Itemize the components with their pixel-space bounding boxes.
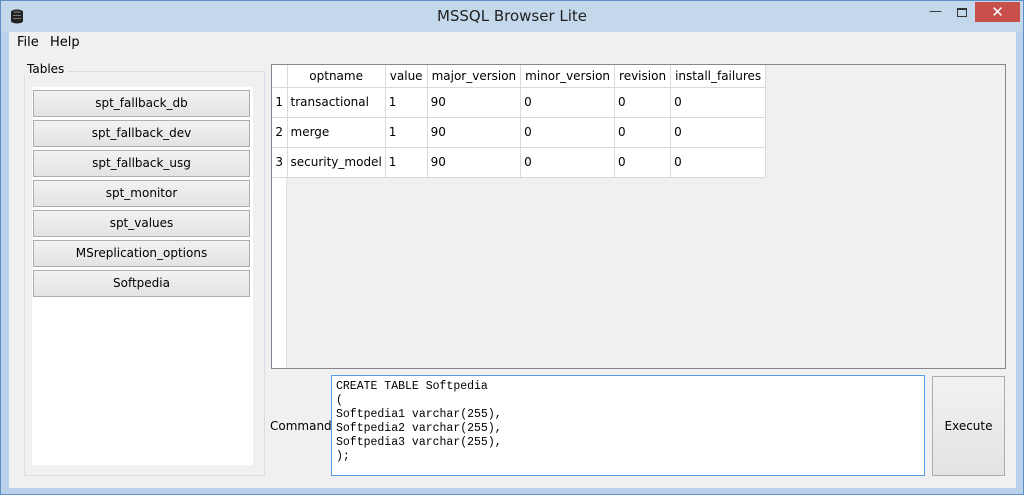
table-cell[interactable]: 90 [427,87,522,118]
column-header[interactable]: minor_version [520,65,616,88]
command-input[interactable]: CREATE TABLE Softpedia ( Softpedia1 varc… [331,375,925,476]
app-window: MSSQL Browser Lite — ✕ File Help Tables … [0,0,1024,495]
window-title: MSSQL Browser Lite [436,7,588,25]
table-button[interactable]: spt_values [33,210,250,237]
column-header[interactable]: install_failures [670,65,767,88]
table-row[interactable]: 2 merge 1 90 0 0 0 [272,117,767,148]
row-number[interactable]: 1 [272,87,288,118]
table-cell[interactable]: 0 [614,87,672,118]
table-button[interactable]: MSreplication_options [33,240,250,267]
maximize-icon [957,8,967,17]
table-cell[interactable]: transactional [287,87,386,118]
maximize-button[interactable] [949,2,975,22]
results-table: optname value major_version minor_version re… [272,65,767,178]
table-cell[interactable]: 1 [385,87,428,118]
table-cell[interactable]: security_model [287,147,386,178]
minimize-button[interactable]: — [922,2,949,22]
table-cell[interactable]: 1 [385,147,428,178]
menu-file[interactable]: File [10,32,46,54]
table-cell[interactable]: merge [287,117,386,148]
table-cell[interactable]: 0 [520,117,616,148]
table-button[interactable]: spt_fallback_usg [33,150,250,177]
table-button[interactable]: spt_fallback_dev [33,120,250,147]
table-cell[interactable]: 90 [427,147,522,178]
results-grid[interactable]: optname value major_version minor_version re… [271,64,1006,369]
column-header[interactable]: major_version [427,65,522,88]
table-cell[interactable]: 0 [520,147,616,178]
column-header[interactable]: revision [614,65,672,88]
table-cell[interactable]: 1 [385,117,428,148]
column-header[interactable]: value [385,65,428,88]
table-button[interactable]: spt_fallback_db [33,90,250,117]
execute-button[interactable]: Execute [932,376,1005,476]
row-number[interactable]: 2 [272,117,288,148]
client-area: File Help Tables spt_fallback_db spt_fall… [9,32,1016,488]
column-header[interactable]: optname [287,65,386,88]
table-cell[interactable]: 90 [427,117,522,148]
close-button[interactable]: ✕ [975,2,1020,22]
tables-group-title: Tables [23,62,69,76]
menu-help[interactable]: Help [43,32,87,54]
menu-bar: File Help [9,32,1016,54]
table-button[interactable]: spt_monitor [33,180,250,207]
table-cell[interactable]: 0 [670,117,767,148]
command-label: Command : [270,419,340,433]
row-number[interactable]: 3 [272,147,288,178]
title-bar[interactable]: MSSQL Browser Lite — ✕ [1,1,1023,32]
table-cell[interactable]: 0 [670,147,767,178]
tables-list: spt_fallback_db spt_fallback_dev spt_fallb… [32,87,253,465]
close-icon: ✕ [991,3,1004,21]
table-cell[interactable]: 0 [614,147,672,178]
table-row[interactable]: 1 transactional 1 90 0 0 0 [272,87,767,118]
grid-corner-cell[interactable] [272,65,288,88]
table-row[interactable]: 3 security_model 1 90 0 0 0 [272,147,767,178]
table-cell[interactable]: 0 [520,87,616,118]
row-header-strip [272,178,287,368]
table-button[interactable]: Softpedia [33,270,250,297]
table-cell[interactable]: 0 [670,87,767,118]
minimize-icon: — [929,4,942,19]
table-cell[interactable]: 0 [614,117,672,148]
